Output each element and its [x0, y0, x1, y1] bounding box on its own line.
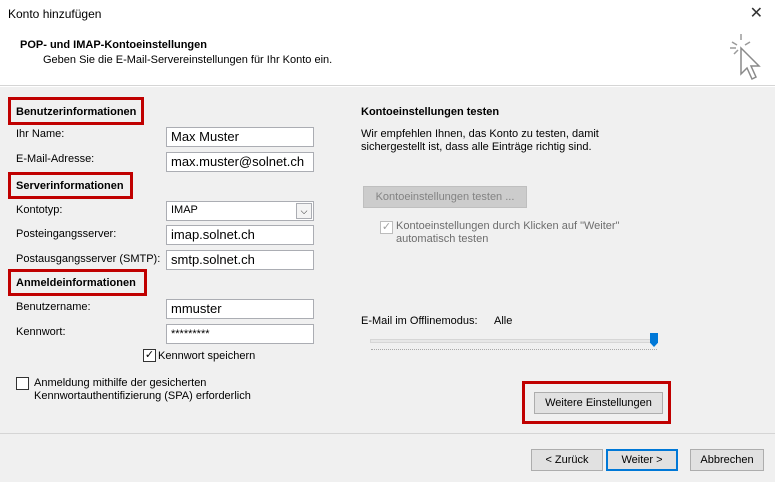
section-server-info: Serverinformationen [16, 180, 124, 192]
email-field[interactable]: max.muster@solnet.ch [166, 152, 314, 172]
test-description-line2: sichergestellt ist, dass alle Einträge r… [361, 141, 592, 153]
username-field[interactable]: mmuster [166, 299, 314, 319]
auto-test-checkbox[interactable]: ✓ [380, 221, 393, 234]
more-settings-button[interactable]: Weitere Einstellungen [534, 392, 663, 414]
test-description-line1: Wir empfehlen Ihnen, das Konto zu testen… [361, 128, 599, 140]
password-field[interactable]: ********* [166, 324, 314, 344]
offline-mode-value: Alle [494, 315, 513, 327]
section-user-info: Benutzerinformationen [16, 106, 137, 118]
auto-test-label-line2: automatisch testen [396, 233, 489, 245]
next-button[interactable]: Weiter > [606, 449, 678, 471]
outgoing-server-field[interactable]: smtp.solnet.ch [166, 250, 314, 270]
cursor-click-icon [730, 34, 761, 81]
account-type-select[interactable]: IMAP ⌵ [166, 201, 314, 221]
name-label: Ihr Name: [16, 128, 65, 140]
incoming-server-field[interactable]: imap.solnet.ch [166, 225, 314, 245]
auto-test-label-line1: Kontoeinstellungen durch Klicken auf "We… [396, 220, 620, 232]
dialog-footer: < Zurück Weiter > Abbrechen [0, 434, 775, 482]
remember-password-label: Kennwort speichern [158, 350, 256, 362]
header-subtitle: Geben Sie die E-Mail-Servereinstellungen… [43, 54, 333, 66]
outgoing-server-label: Postausgangsserver (SMTP): [16, 253, 161, 265]
spa-label-line2: Kennwortauthentifizierung (SPA) erforder… [34, 390, 251, 402]
password-label: Kennwort: [16, 326, 66, 338]
close-icon[interactable]: ✕ [750, 3, 763, 23]
spa-label-line1: Anmeldung mithilfe der gesicherten [34, 377, 207, 389]
back-button[interactable]: < Zurück [531, 449, 603, 471]
header-title: POP- und IMAP-Kontoeinstellungen [20, 39, 207, 51]
offline-mode-label: E-Mail im Offlinemodus: [361, 315, 478, 327]
settings-panel: Benutzerinformationen Ihr Name: Max Must… [0, 87, 775, 434]
username-label: Benutzername: [16, 301, 91, 313]
section-login-info: Anmeldeinformationen [16, 277, 136, 289]
spa-checkbox[interactable] [16, 377, 29, 390]
email-label: E-Mail-Adresse: [16, 153, 95, 165]
test-heading: Kontoeinstellungen testen [361, 106, 500, 118]
window-title: Konto hinzufügen [8, 7, 102, 21]
account-type-value: IMAP [171, 204, 198, 216]
remember-password-checkbox[interactable]: ✓ [143, 349, 156, 362]
slider-thumb[interactable] [650, 333, 658, 347]
chevron-down-icon[interactable]: ⌵ [296, 203, 312, 219]
title-bar: Konto hinzufügen ✕ [0, 0, 775, 30]
slider-ticks [371, 349, 657, 350]
test-account-button[interactable]: Kontoeinstellungen testen ... [363, 186, 527, 208]
dialog-header: POP- und IMAP-Kontoeinstellungen Geben S… [0, 30, 775, 86]
incoming-server-label: Posteingangsserver: [16, 228, 117, 240]
slider-track [370, 339, 657, 343]
cancel-button[interactable]: Abbrechen [690, 449, 764, 471]
offline-slider[interactable] [367, 331, 662, 355]
name-field[interactable]: Max Muster [166, 127, 314, 147]
account-type-label: Kontotyp: [16, 204, 63, 216]
